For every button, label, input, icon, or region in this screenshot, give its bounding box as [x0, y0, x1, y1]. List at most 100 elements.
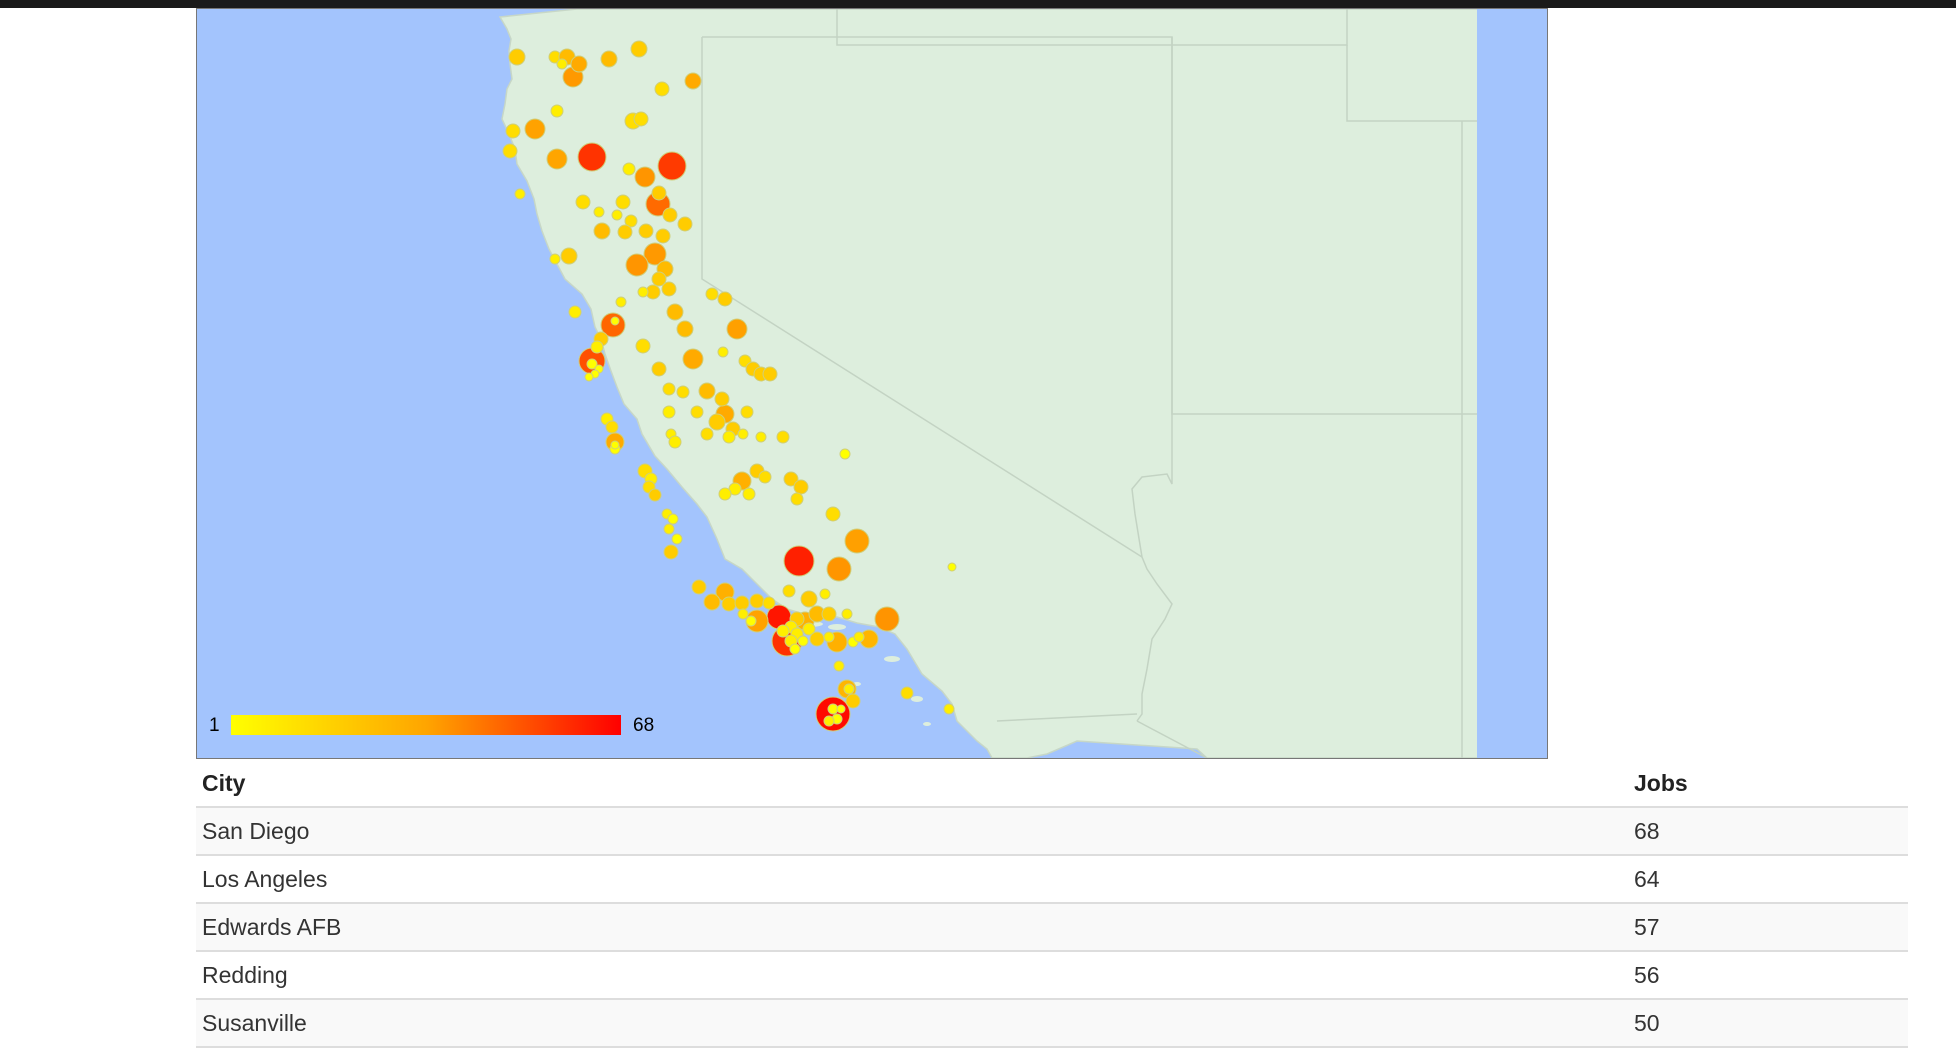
city-marker[interactable] — [667, 513, 679, 525]
city-marker[interactable] — [943, 703, 955, 715]
city-marker[interactable] — [800, 590, 818, 608]
city-marker[interactable] — [726, 318, 748, 340]
city-marker[interactable] — [655, 228, 671, 244]
city-marker[interactable] — [617, 224, 633, 240]
city-marker[interactable] — [556, 58, 568, 70]
city-marker[interactable] — [836, 704, 846, 714]
city-marker[interactable] — [737, 428, 749, 440]
city-marker[interactable] — [668, 435, 682, 449]
city-marker[interactable] — [776, 624, 790, 638]
city-marker[interactable] — [615, 194, 631, 210]
city-marker[interactable] — [776, 430, 790, 444]
city-marker[interactable] — [758, 470, 772, 484]
city-marker[interactable] — [839, 448, 851, 460]
city-marker[interactable] — [783, 545, 815, 577]
city-marker[interactable] — [762, 596, 776, 610]
city-marker[interactable] — [577, 142, 607, 172]
city-marker[interactable] — [809, 631, 825, 647]
city-marker[interactable] — [833, 660, 845, 672]
city-marker[interactable] — [826, 556, 852, 582]
city-marker[interactable] — [570, 55, 588, 73]
city-marker[interactable] — [605, 420, 619, 434]
city-marker[interactable] — [845, 693, 861, 709]
city-marker[interactable] — [648, 488, 662, 502]
city-marker[interactable] — [717, 291, 733, 307]
city-marker[interactable] — [823, 715, 835, 727]
city-marker[interactable] — [722, 430, 736, 444]
city-marker[interactable] — [549, 253, 561, 265]
city-marker[interactable] — [505, 123, 521, 139]
city-marker[interactable] — [790, 492, 804, 506]
city-marker[interactable] — [700, 427, 714, 441]
city-marker[interactable] — [745, 615, 757, 627]
city-marker[interactable] — [793, 479, 809, 495]
city-marker[interactable] — [690, 405, 704, 419]
column-header-city[interactable]: City — [196, 760, 1628, 808]
geo-map[interactable]: 1 68 — [196, 8, 1548, 759]
city-marker[interactable] — [662, 207, 678, 223]
city-marker[interactable] — [657, 151, 687, 181]
city-marker[interactable] — [662, 405, 676, 419]
city-marker[interactable] — [874, 606, 900, 632]
city-marker[interactable] — [630, 40, 648, 58]
city-marker[interactable] — [524, 118, 546, 140]
city-marker[interactable] — [584, 372, 594, 382]
city-marker[interactable] — [740, 405, 754, 419]
table-row[interactable]: Edwards AFB 57 — [196, 903, 1908, 952]
city-marker[interactable] — [635, 338, 651, 354]
city-marker[interactable] — [782, 584, 796, 598]
city-marker[interactable] — [721, 596, 737, 612]
city-marker[interactable] — [615, 296, 627, 308]
table-row[interactable]: Los Angeles 64 — [196, 855, 1908, 904]
city-marker[interactable] — [610, 316, 620, 326]
city-marker[interactable] — [638, 223, 654, 239]
city-marker[interactable] — [654, 81, 670, 97]
city-marker[interactable] — [703, 593, 721, 611]
city-marker[interactable] — [633, 111, 649, 127]
city-marker[interactable] — [843, 683, 855, 695]
city-marker[interactable] — [593, 222, 611, 240]
map-canvas[interactable] — [197, 9, 1547, 758]
table-row[interactable]: San Diego 68 — [196, 807, 1908, 856]
city-marker[interactable] — [651, 185, 667, 201]
city-marker[interactable] — [600, 50, 618, 68]
city-marker[interactable] — [853, 631, 865, 643]
city-marker[interactable] — [789, 643, 801, 655]
city-marker[interactable] — [662, 382, 676, 396]
city-marker[interactable] — [560, 247, 578, 265]
city-marker[interactable] — [825, 506, 841, 522]
city-marker[interactable] — [508, 48, 526, 66]
city-marker[interactable] — [682, 348, 704, 370]
city-marker[interactable] — [819, 588, 831, 600]
city-marker[interactable] — [821, 606, 837, 622]
city-marker[interactable] — [684, 72, 702, 90]
city-marker[interactable] — [661, 281, 677, 297]
city-marker[interactable] — [705, 287, 719, 301]
city-marker[interactable] — [637, 286, 649, 298]
city-marker[interactable] — [651, 361, 667, 377]
city-marker[interactable] — [514, 188, 526, 200]
city-marker[interactable] — [546, 148, 568, 170]
city-marker[interactable] — [568, 305, 582, 319]
city-marker[interactable] — [625, 253, 649, 277]
city-marker[interactable] — [717, 346, 729, 358]
city-marker[interactable] — [900, 686, 914, 700]
city-marker[interactable] — [698, 382, 716, 400]
city-marker[interactable] — [841, 608, 853, 620]
city-marker[interactable] — [797, 635, 809, 647]
city-marker[interactable] — [550, 104, 564, 118]
city-marker[interactable] — [663, 523, 675, 535]
city-marker[interactable] — [676, 385, 690, 399]
city-marker[interactable] — [762, 366, 778, 382]
city-marker[interactable] — [737, 608, 749, 620]
city-marker[interactable] — [691, 579, 707, 595]
column-header-jobs[interactable]: Jobs — [1628, 760, 1908, 808]
city-marker[interactable] — [714, 391, 730, 407]
city-marker[interactable] — [749, 593, 765, 609]
city-marker[interactable] — [718, 487, 732, 501]
city-marker[interactable] — [502, 143, 518, 159]
city-marker[interactable] — [755, 431, 767, 443]
city-marker[interactable] — [593, 206, 605, 218]
table-row[interactable]: Redding 56 — [196, 951, 1908, 1000]
city-marker[interactable] — [708, 413, 726, 431]
